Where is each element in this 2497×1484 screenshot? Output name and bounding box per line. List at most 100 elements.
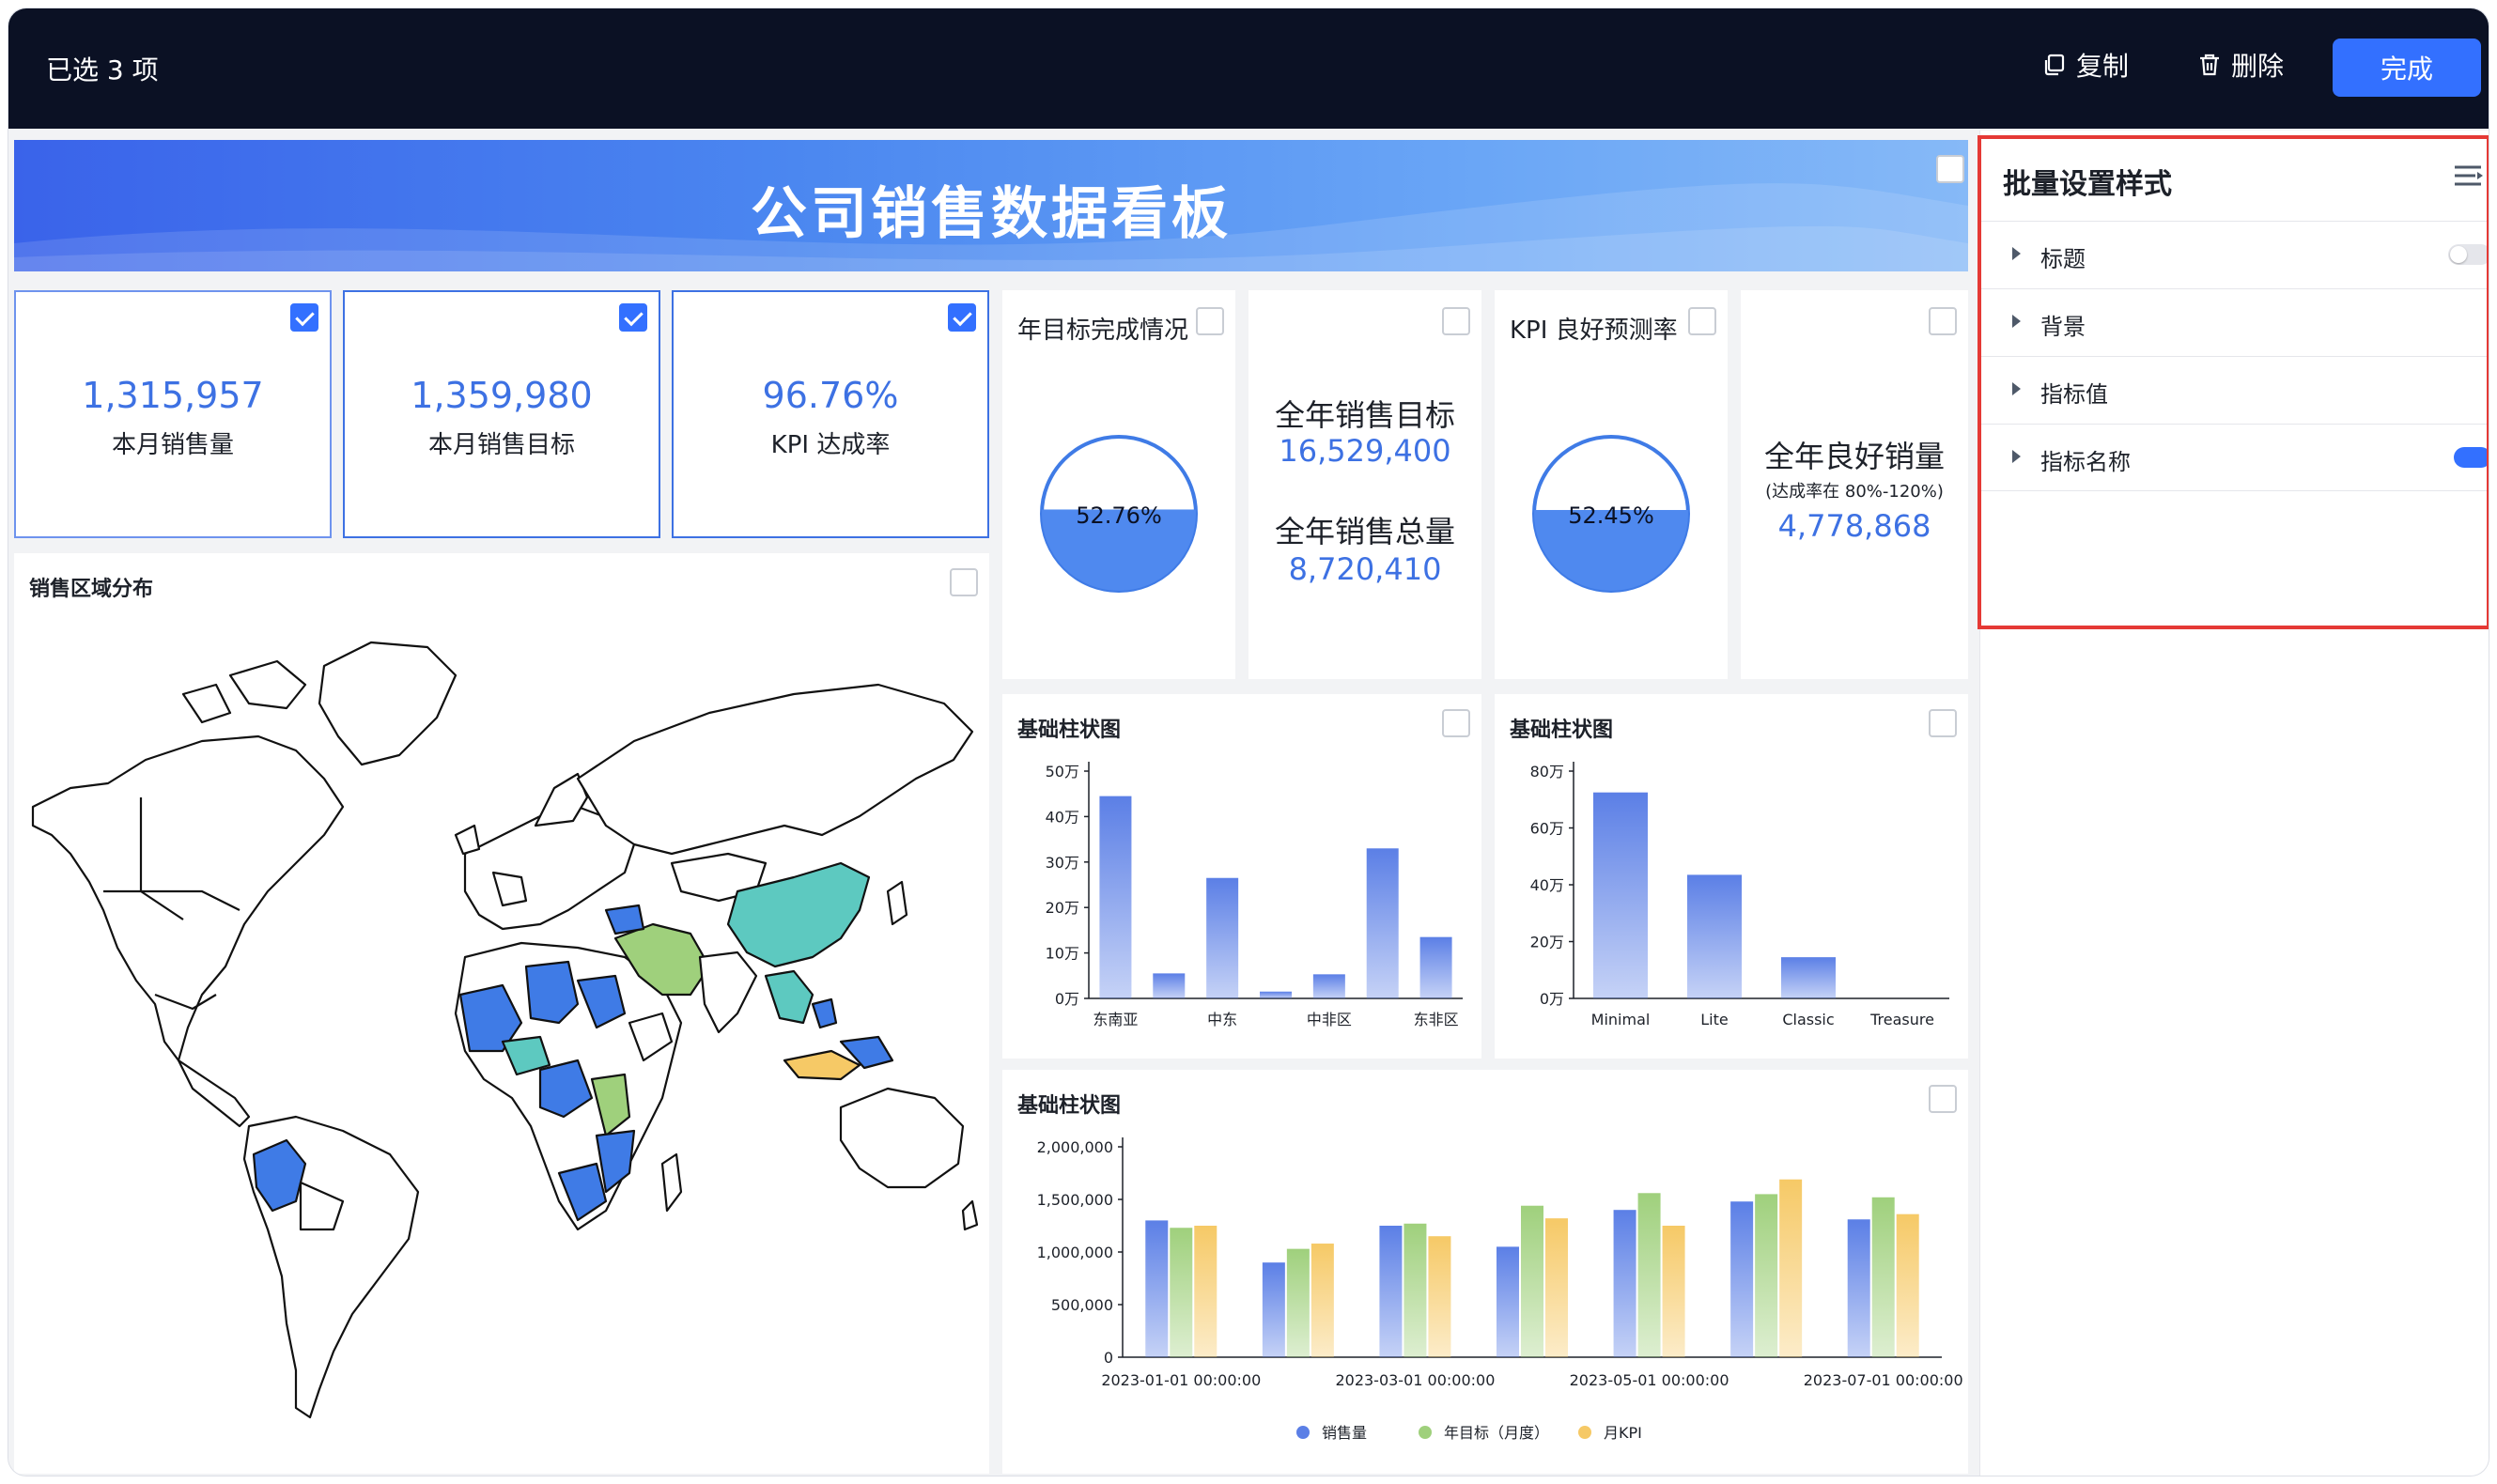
bar-sales xyxy=(1379,1226,1403,1357)
bar-chart-product: 0万 20万 40万 60万 80万 Minimal Lite Classic Treasure xyxy=(1530,762,1949,1028)
delete-label: 删除 xyxy=(2231,51,2285,82)
world-map xyxy=(31,641,979,1419)
bar-kpi xyxy=(1662,1226,1685,1357)
map-region xyxy=(181,683,232,724)
bar-sales xyxy=(1145,1220,1169,1357)
dashboard-banner[interactable]: 公司销售数据看板 xyxy=(14,140,1968,271)
map-region xyxy=(454,824,481,856)
bar-sales xyxy=(1497,1246,1519,1357)
batch-style-panel: 批量设置样式 标题 背景 指标值 指标名称 xyxy=(1979,131,2489,1476)
x-tick-label: Classic xyxy=(1782,1011,1834,1028)
x-tick-label: Lite xyxy=(1700,1011,1728,1028)
kpi-checkbox[interactable] xyxy=(290,303,318,332)
good-sales-checkbox[interactable] xyxy=(1929,307,1957,335)
banner-checkbox[interactable] xyxy=(1936,155,1964,183)
bar xyxy=(1593,792,1648,998)
y-tick-label: 0万 xyxy=(1540,990,1564,1008)
app: 已选 3 项 复制 删除 完成 公司销售数据看板 1,315,957 本月销售量 xyxy=(0,0,2497,1484)
bar-kpi xyxy=(1194,1226,1217,1357)
map-region xyxy=(764,969,814,1025)
kpi-card-monthly-sales[interactable]: 1,315,957 本月销售量 xyxy=(14,290,332,538)
year-summary-checkbox[interactable] xyxy=(1442,307,1470,335)
expand-triangle-icon[interactable] xyxy=(2012,315,2021,328)
bar xyxy=(1687,874,1742,998)
x-tick-label: 2023-01-01 00:00:00 xyxy=(1101,1371,1261,1389)
map-region xyxy=(698,951,758,1034)
legend-dot xyxy=(1419,1426,1432,1439)
kpi-value: 96.76% xyxy=(762,375,899,416)
y-tick-label: 1,000,000 xyxy=(1037,1244,1113,1261)
good-sales-card[interactable]: 全年良好销量 (达成率在 80%-120%) 4,778,868 xyxy=(1741,290,1968,679)
panel-item-label: 指标值 xyxy=(2040,381,2108,408)
legend-dot xyxy=(1296,1426,1310,1439)
dashboard-title: 公司销售数据看板 xyxy=(751,181,1232,247)
panel-item-background[interactable]: 背景 xyxy=(1980,288,2489,356)
y-tick-label: 40万 xyxy=(1530,876,1564,894)
map-region xyxy=(811,997,838,1029)
kpi-checkbox[interactable] xyxy=(948,303,976,332)
kpi-card-kpi-rate[interactable]: 96.76% KPI 达成率 xyxy=(672,290,989,538)
bar-chart-card-monthly[interactable]: 基础柱状图 0 500,000 1,000,000 1,500,000 2,000,00… xyxy=(1002,1070,1968,1474)
map-region xyxy=(177,1059,251,1128)
map-region xyxy=(783,1049,861,1081)
metric-name-toggle[interactable] xyxy=(2454,447,2489,468)
good-sales-label: 全年良好销量 xyxy=(1763,439,1945,474)
dashboard-canvas: 公司销售数据看板 1,315,957 本月销售量 1,359,980 本月销售目… xyxy=(8,131,1970,1476)
bar-kpi xyxy=(1896,1213,1919,1357)
panel-item-label: 背景 xyxy=(2040,314,2086,340)
expand-triangle-icon[interactable] xyxy=(2012,450,2021,463)
panel-item-label: 标题 xyxy=(2040,246,2086,272)
good-sales-sub: (达成率在 80%-120%) xyxy=(1765,482,1944,502)
x-tick-label: Minimal xyxy=(1591,1011,1651,1028)
x-tick-label: 中非区 xyxy=(1307,1011,1352,1028)
gauge-chart-2: 52.45% xyxy=(1532,435,1690,593)
expand-triangle-icon[interactable] xyxy=(2012,382,2021,395)
bar-chart-card-product[interactable]: 基础柱状图 0万 20万 40万 60万 80万 Minimal Lite Classic Tr… xyxy=(1495,694,1968,1059)
gauge-percent: 52.45% xyxy=(1568,502,1654,529)
copy-button[interactable]: 复制 xyxy=(2042,46,2129,84)
bar xyxy=(1153,973,1186,998)
panel-item-metric-value[interactable]: 指标值 xyxy=(1980,356,2489,424)
legend-label: 月KPI xyxy=(1604,1424,1642,1442)
y-tick-label: 500,000 xyxy=(1051,1296,1113,1314)
bar xyxy=(1206,877,1239,998)
title-toggle[interactable] xyxy=(2448,244,2489,265)
kpi-checkbox[interactable] xyxy=(619,303,647,332)
gauge-chart-1: 52.76% xyxy=(1040,435,1198,593)
done-button[interactable]: 完成 xyxy=(2333,39,2481,97)
y-tick-label: 2,000,000 xyxy=(1037,1138,1113,1156)
y-tick-label: 20万 xyxy=(1046,899,1079,917)
menu-collapse-icon[interactable] xyxy=(2453,162,2485,189)
x-tick-label: Treasure xyxy=(1869,1011,1934,1028)
kpi-label: 本月销售量 xyxy=(111,431,234,459)
year-summary-card[interactable]: 全年销售目标 16,529,400 全年销售总量 8,720,410 xyxy=(1248,290,1481,679)
x-tick-label: 2023-03-01 00:00:00 xyxy=(1335,1371,1495,1389)
panel-item-title[interactable]: 标题 xyxy=(1980,221,2489,288)
selection-count: 已选 3 项 xyxy=(46,54,159,85)
expand-triangle-icon[interactable] xyxy=(2012,247,2021,260)
map-region xyxy=(318,641,458,766)
x-tick-label: 东非区 xyxy=(1414,1011,1459,1028)
map-region xyxy=(839,1087,965,1189)
year-total-label: 全年销售总量 xyxy=(1274,514,1455,549)
x-tick-label: 中东 xyxy=(1207,1011,1237,1028)
map-region xyxy=(660,1152,683,1213)
gauge-card-kpi-forecast[interactable]: KPI 良好预测率 52.45% xyxy=(1495,290,1728,679)
toggle-knob xyxy=(2450,246,2467,263)
bar-target xyxy=(1170,1228,1193,1357)
bar-chart-card-region[interactable]: 基础柱状图 0万 10万 20万 30万 40万 50万 东南亚 中东 中非区 东非区 xyxy=(1002,694,1481,1059)
year-total-value: 8,720,410 xyxy=(1288,551,1442,587)
gauge-card-year-target[interactable]: 年目标完成情况 52.76% xyxy=(1002,290,1235,679)
copy-label: 复制 xyxy=(2076,51,2130,82)
x-tick-label: 东南亚 xyxy=(1093,1011,1138,1028)
y-tick-label: 10万 xyxy=(1046,945,1079,963)
bar xyxy=(1260,991,1292,998)
legend-label: 销售量 xyxy=(1322,1424,1367,1442)
map-card[interactable]: 销售区域分布 xyxy=(14,553,989,1474)
bar-chart-region: 0万 10万 20万 30万 40万 50万东南亚 中东 中非区 东非区 xyxy=(1046,762,1463,1028)
panel-item-metric-name[interactable]: 指标名称 xyxy=(1980,424,2489,491)
delete-button[interactable]: 删除 xyxy=(2197,46,2284,84)
map-region xyxy=(228,659,307,710)
x-tick-label: 2023-07-01 00:00:00 xyxy=(1804,1371,1963,1389)
kpi-card-monthly-target[interactable]: 1,359,980 本月销售目标 xyxy=(343,290,660,538)
